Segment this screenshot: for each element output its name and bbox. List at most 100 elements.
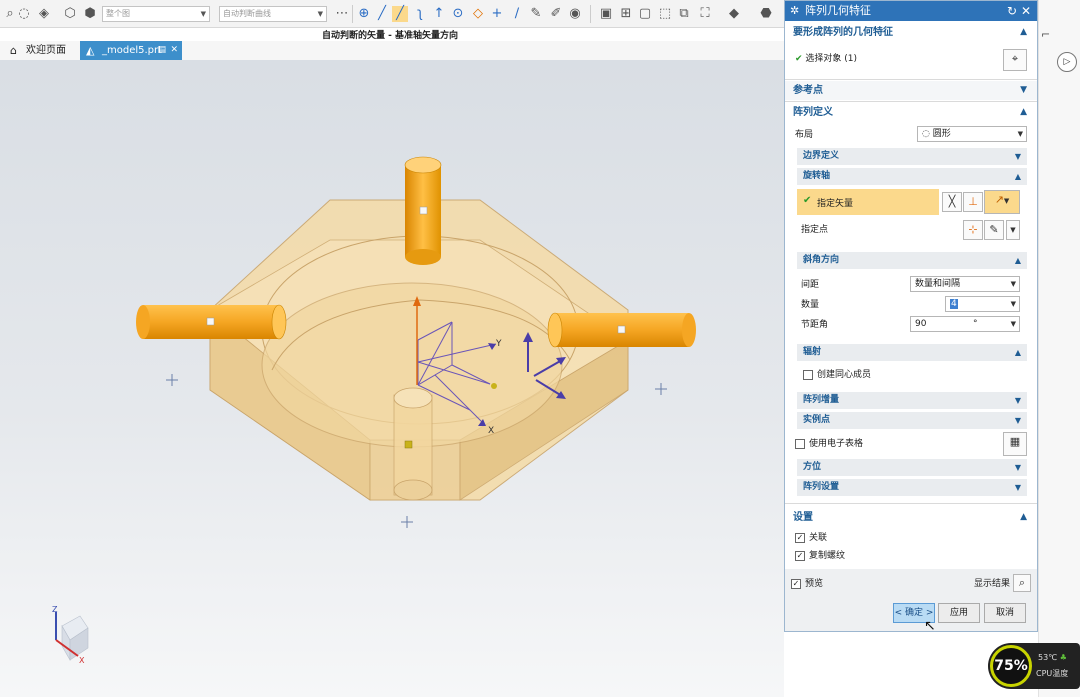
cylinder-right[interactable] <box>547 312 696 348</box>
reset-icon[interactable]: ↻ <box>1007 1 1017 21</box>
pitch-angle-input[interactable]: 90 ° ▼ <box>910 316 1020 332</box>
inferred-vector-button[interactable]: ↗▼ <box>984 190 1020 214</box>
subsection-boundary[interactable]: 边界定义 ▼ <box>797 148 1027 165</box>
layer-icon[interactable]: ⧉ <box>676 6 692 22</box>
use-spreadsheet-checkbox[interactable] <box>795 439 805 449</box>
cube-settings-icon[interactable]: ⬢ <box>82 6 98 22</box>
concentric-members-checkbox[interactable] <box>803 370 813 380</box>
point-icon[interactable]: ◇ <box>470 6 486 22</box>
normal-icon[interactable]: ↑ <box>431 6 447 22</box>
select-object-button[interactable]: ⌖ <box>1003 49 1027 71</box>
pattern-geometry-dialog: ✲ 阵列几何特征 ↻ ✕ 要形成阵列的几何特征 ▲ ✔ 选择对象 (1) ⌖ 参… <box>784 0 1038 632</box>
save-icon[interactable]: ▤ <box>157 41 166 60</box>
plus-icon[interactable]: + <box>489 6 505 22</box>
tab-model-file[interactable]: ◭ _model5.prt ▤ ✕ <box>80 41 182 60</box>
view-scope-select[interactable]: 整个图 ▼ <box>102 6 210 22</box>
layout-label: 布局 <box>795 130 814 140</box>
section-geometry-header[interactable]: 要形成阵列的几何特征 ▲ <box>785 23 1037 42</box>
crosshair-icon[interactable]: ⊕ <box>356 6 372 22</box>
view-triad[interactable] <box>55 612 89 662</box>
select-object-row[interactable]: ✔ 选择对象 (1) <box>795 52 857 66</box>
subsection-instance-points[interactable]: 实例点 ▼ <box>797 412 1027 429</box>
subsection-radiate[interactable]: 辐射 ▲ <box>797 344 1027 361</box>
specify-vector-row[interactable]: ✔ 指定矢量 <box>797 189 939 215</box>
layout-select[interactable]: ◌ 圆形 ▼ <box>917 126 1027 142</box>
vector-dialog-button[interactable]: ⊥ <box>963 192 983 212</box>
edit-icon[interactable]: ✐ <box>548 6 564 22</box>
associative-label: 关联 <box>809 533 828 543</box>
circle-center-icon[interactable]: ⊙ <box>450 6 466 22</box>
eye-icon[interactable]: ◉ <box>567 6 583 22</box>
play-icon[interactable]: ▷ <box>1057 52 1077 72</box>
tab-welcome[interactable]: ⌂ 欢迎页面 <box>4 41 74 60</box>
section-array-definition-header[interactable]: 阵列定义 ▲ <box>785 103 1037 122</box>
vector-icon[interactable]: ╱ <box>392 6 408 22</box>
axis-label-x: X <box>488 426 494 436</box>
snap-icon[interactable]: ◌ <box>16 6 32 22</box>
select-filter-icon[interactable]: ◈ <box>36 6 52 22</box>
line-icon[interactable]: ╱ <box>374 6 390 22</box>
curve-rule-select[interactable]: 自动判断曲线 ▼ <box>219 6 327 22</box>
copy-threads-checkbox[interactable]: ✓ <box>795 551 805 561</box>
section-settings-header[interactable]: 设置 ▲ <box>785 508 1037 527</box>
section-icon[interactable]: ▢ <box>637 6 653 22</box>
axis-label-y: Y <box>495 339 502 349</box>
crosshair-icon: ⌖ <box>1011 52 1019 65</box>
preview-checkbox[interactable]: ✓ <box>791 579 801 589</box>
count-input[interactable]: 4 ▼ <box>945 296 1020 312</box>
graphics-viewport[interactable]: Y X Z X <box>0 60 784 697</box>
more-icon[interactable]: ⋯ <box>334 6 350 22</box>
cpu-monitor-widget[interactable]: 75% 53℃ ♣ CPU温度 <box>988 643 1080 689</box>
spacing-label: 间距 <box>801 280 820 290</box>
cube-icon[interactable]: ⬡ <box>62 6 78 22</box>
section-reference-point-header[interactable]: 参考点 ▼ <box>785 81 1037 100</box>
leaf-icon: ♣ <box>1059 653 1067 662</box>
chevron-down-icon: ▼ <box>317 10 323 18</box>
origin-point[interactable] <box>491 383 497 389</box>
chevron-down-icon: ▼ <box>1010 226 1016 234</box>
subsection-array-increment[interactable]: 阵列增量 ▼ <box>797 392 1027 409</box>
spacing-select[interactable]: 数量和间隔 ▼ <box>910 276 1020 292</box>
subsection-rotation-axis[interactable]: 旋转轴 ▲ <box>797 168 1027 185</box>
check-icon: ✔ <box>795 54 803 64</box>
toolbar-divider <box>590 5 591 23</box>
cpu-temperature: 53℃ ♣ <box>1038 653 1067 662</box>
part-file-icon: ◭ <box>86 44 95 57</box>
associative-checkbox[interactable]: ✓ <box>795 533 805 543</box>
point-constructor-icon: ⊹ <box>968 223 978 236</box>
front-slot-point[interactable] <box>404 440 413 449</box>
subsection-orientation[interactable]: 方位 ▼ <box>797 459 1027 476</box>
cylinder-left[interactable] <box>136 304 287 340</box>
chevron-down-icon: ▼ <box>1017 130 1023 138</box>
subsection-angle-direction[interactable]: 斜角方向 ▲ <box>797 252 1027 269</box>
model-canvas[interactable]: Y X Z X <box>0 60 784 697</box>
reverse-direction-button[interactable]: ╳ <box>942 192 962 212</box>
curve-icon[interactable]: ʅ <box>412 6 428 22</box>
point-options-dropdown[interactable]: ▼ <box>1006 220 1020 240</box>
close-icon[interactable]: ✕ <box>170 41 178 60</box>
inferred-point-button[interactable]: ✎ <box>984 220 1004 240</box>
apply-button[interactable]: 应用 <box>938 603 980 623</box>
subsection-array-settings[interactable]: 阵列设置 ▼ <box>797 479 1027 496</box>
point-dialog-button[interactable]: ⊹ <box>963 220 983 240</box>
pitch-angle-label: 节距角 <box>801 320 829 330</box>
dialog-title-bar: ✲ 阵列几何特征 ↻ ✕ <box>785 1 1037 21</box>
spreadsheet-button[interactable]: ▦ <box>1003 432 1027 456</box>
pencil-icon[interactable]: ✎ <box>528 6 544 22</box>
display-mode-icon[interactable]: ⬣ <box>758 6 774 22</box>
circular-layout-icon: ◌ <box>922 129 930 139</box>
cylinder-top[interactable] <box>404 156 442 265</box>
dialog-footer: ✓ 预览 显示结果 ⌕ < 确定 > 应用 取消 <box>785 569 1037 631</box>
close-icon[interactable]: ✕ <box>1021 1 1031 21</box>
tangent-icon[interactable]: ∕ <box>509 6 525 22</box>
shading-icon[interactable]: ◆ <box>726 6 742 22</box>
divider <box>785 503 1037 504</box>
cancel-button[interactable]: 取消 <box>984 603 1026 623</box>
drawing-icon[interactable]: ▣ <box>598 6 614 22</box>
cpu-usage-gauge: 75% <box>990 645 1032 687</box>
show-result-button[interactable]: ⌕ <box>1013 574 1031 592</box>
render-icon[interactable]: ⬚ <box>657 6 673 22</box>
fit-view-icon[interactable]: ⛶ <box>697 6 713 22</box>
add-view-icon[interactable]: ⊞ <box>618 6 634 22</box>
copy-threads-label: 复制螺纹 <box>809 551 846 561</box>
